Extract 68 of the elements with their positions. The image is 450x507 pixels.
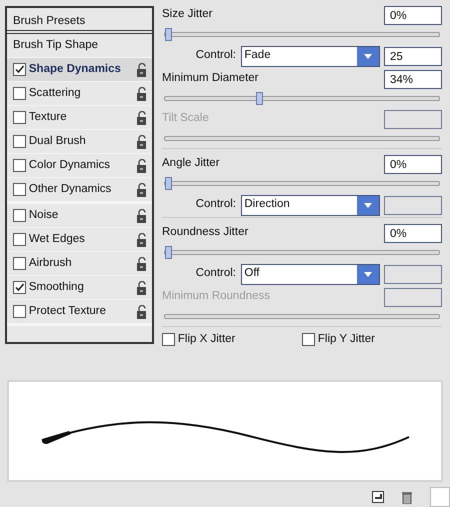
value-field[interactable]: 0% [384,6,442,24]
sidebar-item[interactable]: Noise [28,206,134,224]
lock-icon[interactable] [136,280,148,294]
lock-icon[interactable] [136,158,148,172]
value-field [384,196,442,214]
slider-thumb[interactable] [256,92,263,105]
lock-icon[interactable] [136,182,148,196]
control-dropdown[interactable]: Fade [240,46,380,66]
trash-icon[interactable] [400,490,413,504]
control-dropdown[interactable]: Direction [240,194,380,216]
setting-label: Roundness Jitter [162,225,248,240]
sidebar-item[interactable]: Color Dynamics [28,156,134,174]
lock-icon[interactable] [136,110,148,124]
value-field [384,264,442,284]
value-field[interactable]: 25 [384,46,442,66]
checkbox[interactable] [162,333,175,346]
sidebar-item[interactable]: Protect Texture [28,302,134,320]
control-label: Control: [194,197,236,212]
checkbox[interactable] [13,87,26,100]
slider-thumb[interactable] [165,177,172,190]
sidebar-item[interactable]: Smoothing [28,278,134,296]
value-field[interactable]: 0% [384,154,442,174]
value-field[interactable]: 34% [384,70,442,88]
control-label: Control: [194,48,236,64]
checkbox[interactable] [13,257,26,270]
slider-thumb[interactable] [165,28,172,41]
setting-label: Minimum Diameter [162,71,258,86]
checkbox-label[interactable]: Flip Y Jitter [318,331,375,348]
checkbox[interactable] [13,209,26,222]
checkbox[interactable] [13,63,26,76]
caret-icon [364,202,372,208]
setting-label: Minimum Roundness [162,289,270,304]
checkbox[interactable] [302,333,315,346]
lock-icon[interactable] [136,256,148,270]
sidebar-item[interactable]: Airbrush [28,254,134,272]
checkbox[interactable] [13,159,26,172]
setting-label: Tilt Scale [162,111,209,126]
checkbox[interactable] [13,135,26,148]
lock-icon[interactable] [136,134,148,148]
control-label: Control: [194,266,236,282]
lock-icon[interactable] [136,232,148,246]
slider-thumb[interactable] [165,246,172,259]
lock-icon[interactable] [136,62,148,76]
sidebar-item[interactable]: Scattering [28,84,134,102]
setting-label: Angle Jitter [162,156,220,172]
checkbox[interactable] [13,183,26,196]
value-field [384,288,442,306]
control-dropdown[interactable]: Off [240,264,380,284]
lock-icon[interactable] [136,208,148,222]
sidebar-item[interactable]: Dual Brush [28,132,134,150]
caret-icon [364,54,372,58]
lock-icon[interactable] [136,86,148,100]
panel-corner [430,487,450,507]
checkbox[interactable] [13,305,26,318]
value-field[interactable]: 0% [384,224,442,242]
checkbox[interactable] [13,233,26,246]
checkbox-label[interactable]: Flip X Jitter [178,331,236,348]
value-field [384,110,442,128]
caret-icon [364,272,372,276]
checkbox[interactable] [13,281,26,294]
checkbox[interactable] [13,111,26,124]
sidebar-item[interactable]: Other Dynamics [28,180,134,198]
sidebar-item[interactable]: Wet Edges [28,230,134,248]
lock-icon[interactable] [136,304,148,318]
setting-label: Size Jitter [162,7,212,22]
panel-title[interactable]: Brush Presets [7,8,152,34]
new-preset-icon[interactable] [372,491,384,503]
sidebar-item[interactable]: Texture [28,108,134,126]
